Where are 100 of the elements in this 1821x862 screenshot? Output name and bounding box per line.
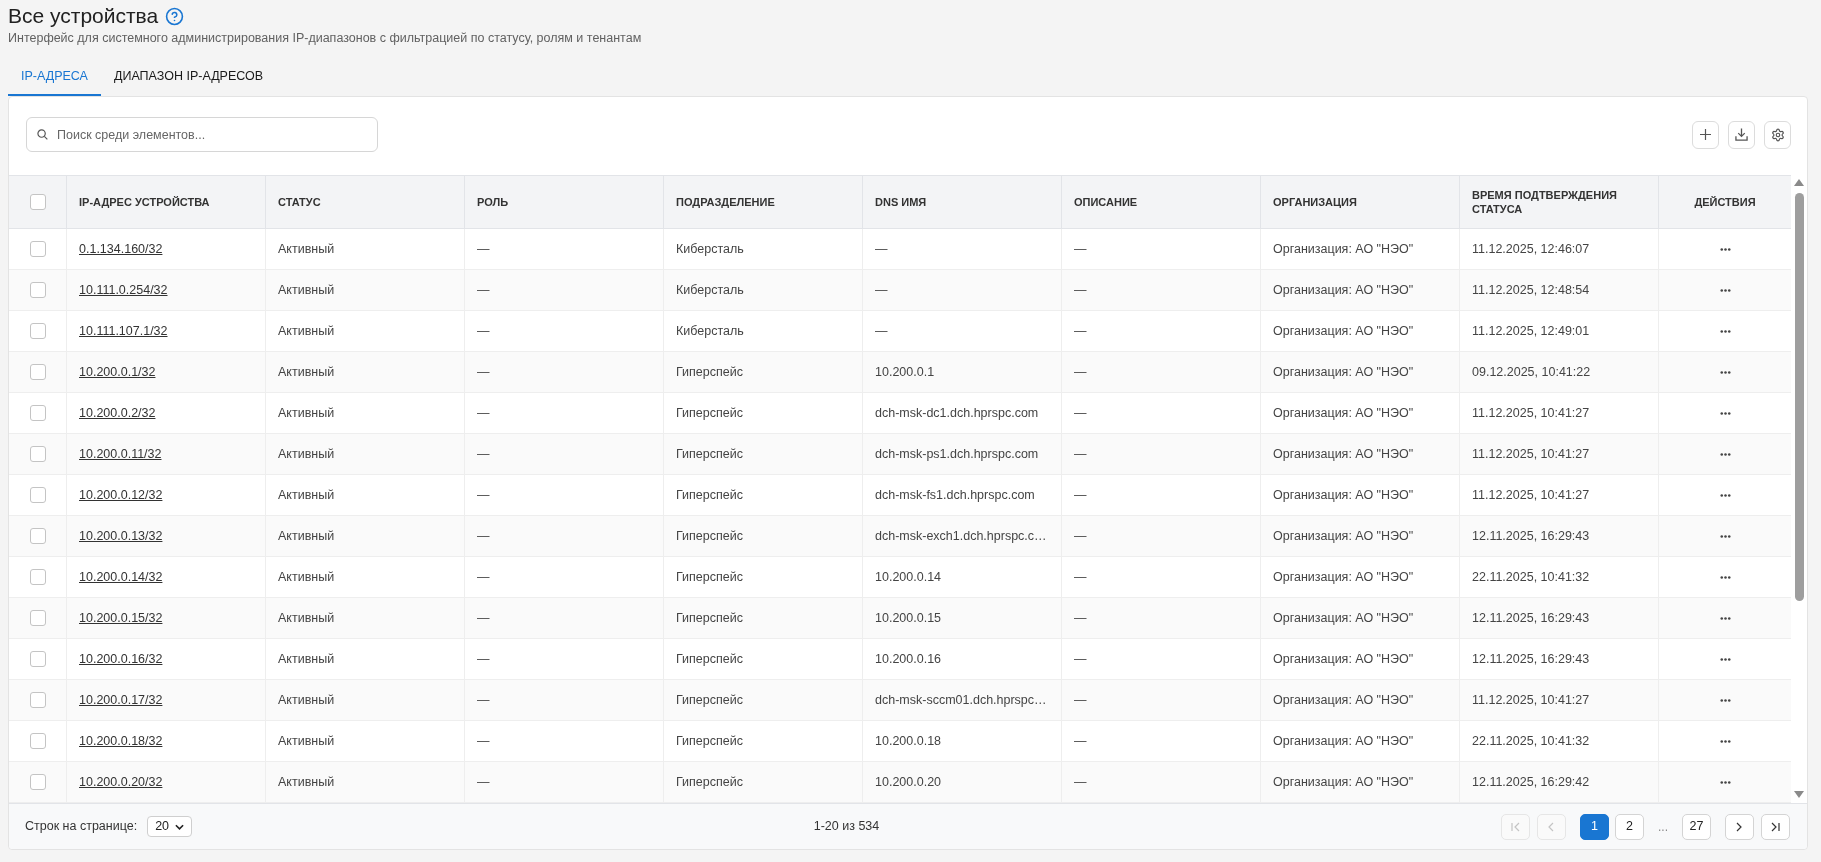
row-checkbox[interactable]: [29, 610, 46, 626]
add-button[interactable]: [1692, 120, 1719, 149]
table-cell: Активный: [266, 639, 465, 679]
next-page-button[interactable]: [1725, 813, 1754, 840]
table-cell: Активный: [266, 434, 465, 474]
table-cell: Гиперспейс: [664, 516, 863, 556]
more-icon[interactable]: [1719, 370, 1731, 374]
more-icon[interactable]: [1719, 534, 1731, 538]
table-cell: —: [1062, 598, 1261, 638]
ip-link[interactable]: 10.111.0.254/32: [79, 280, 168, 300]
row-checkbox[interactable]: [29, 364, 46, 380]
table-cell: —: [465, 393, 664, 433]
more-icon[interactable]: [1719, 411, 1731, 415]
row-checkbox[interactable]: [29, 323, 46, 339]
table-cell: 11.12.2025, 10:41:27: [1460, 475, 1659, 515]
row-checkbox[interactable]: [29, 487, 46, 503]
table-cell: Гиперспейс: [664, 762, 863, 802]
more-icon[interactable]: [1719, 288, 1731, 292]
table-cell: —: [1062, 721, 1261, 761]
settings-icon: [1770, 127, 1785, 142]
table-cell: —: [465, 762, 664, 802]
more-icon[interactable]: [1719, 739, 1731, 743]
column-header: ВРЕМЯ ПОДТВЕРЖДЕНИЯ СТАТУСА: [1460, 176, 1659, 228]
table-cell: —: [1062, 516, 1261, 556]
table-cell: —: [1062, 352, 1261, 392]
table-cell: Организация: АО "НЭО": [1261, 229, 1460, 269]
table-cell: —: [1062, 229, 1261, 269]
table-cell: dch-msk-dc1.dch.hprspc.com: [863, 393, 1062, 433]
table-cell: 11.12.2025, 12:49:01: [1460, 311, 1659, 351]
more-icon[interactable]: [1719, 575, 1731, 579]
table-cell: —: [1062, 680, 1261, 720]
row-checkbox[interactable]: [29, 774, 46, 790]
more-icon[interactable]: [1719, 780, 1731, 784]
table-cell: Организация: АО "НЭО": [1261, 311, 1460, 351]
row-checkbox[interactable]: [29, 405, 46, 421]
table-cell: Организация: АО "НЭО": [1261, 434, 1460, 474]
table-cell: Организация: АО "НЭО": [1261, 393, 1460, 433]
ip-link[interactable]: 10.200.0.2/32: [79, 403, 156, 423]
chevron-left-icon: [1548, 821, 1555, 832]
rows-per-page-select[interactable]: 20: [147, 816, 193, 837]
row-checkbox[interactable]: [29, 528, 46, 544]
column-header: СТАТУС: [266, 176, 465, 228]
chevron-bar-right-icon: [1771, 821, 1780, 832]
row-checkbox[interactable]: [29, 282, 46, 298]
ip-link[interactable]: 10.200.0.12/32: [79, 485, 163, 505]
row-checkbox[interactable]: [29, 692, 46, 708]
more-icon[interactable]: [1719, 698, 1731, 702]
table-cell: Гиперспейс: [664, 680, 863, 720]
ip-link[interactable]: 10.200.0.1/32: [79, 362, 156, 382]
more-icon[interactable]: [1719, 247, 1731, 251]
table-cell: Организация: АО "НЭО": [1261, 598, 1460, 638]
table-cell: Активный: [266, 311, 465, 351]
table-cell: Гиперспейс: [664, 557, 863, 597]
chevron-right-icon: [1736, 821, 1743, 832]
row-checkbox[interactable]: [29, 569, 46, 585]
ip-link[interactable]: 10.200.0.17/32: [79, 690, 163, 710]
more-icon[interactable]: [1719, 329, 1731, 333]
help-icon[interactable]: [165, 6, 185, 26]
table-cell: Активный: [266, 475, 465, 515]
table-cell: Организация: АО "НЭО": [1261, 762, 1460, 802]
last-page-button[interactable]: [1761, 813, 1790, 840]
more-icon[interactable]: [1719, 657, 1731, 661]
scroll-down-icon[interactable]: [1794, 791, 1804, 798]
column-header: ПОДРАЗДЕЛЕНИЕ: [664, 176, 863, 228]
search-field[interactable]: Поиск среди элементов...: [26, 117, 378, 152]
settings-button[interactable]: [1764, 120, 1791, 149]
ip-link[interactable]: 10.200.0.11/32: [79, 444, 162, 464]
table-cell: —: [863, 229, 1062, 269]
column-header: РОЛЬ: [465, 176, 664, 228]
table-cell: 12.11.2025, 16:29:43: [1460, 598, 1659, 638]
select-all-checkbox[interactable]: [29, 194, 46, 210]
page-title: Все устройства: [8, 3, 159, 29]
row-checkbox[interactable]: [29, 241, 46, 257]
ip-link[interactable]: 10.111.107.1/32: [79, 321, 168, 341]
more-icon[interactable]: [1719, 616, 1731, 620]
tab[interactable]: ДИАПАЗОН IP-АДРЕСОВ: [100, 58, 277, 96]
row-checkbox[interactable]: [29, 733, 46, 749]
scrollbar-thumb[interactable]: [1794, 193, 1804, 601]
ip-link[interactable]: 10.200.0.14/32: [79, 567, 163, 587]
page-subtitle: Интерфейс для системного администрирования IP-диапазонов с фильтрацией по статусу, ролям и тенантам: [8, 30, 643, 46]
table-cell: Активный: [266, 229, 465, 269]
table-cell: —: [465, 229, 664, 269]
scroll-up-icon[interactable]: [1794, 179, 1804, 186]
row-checkbox[interactable]: [29, 446, 46, 462]
page-button[interactable]: 2: [1614, 813, 1644, 840]
ip-link[interactable]: 10.200.0.16/32: [79, 649, 163, 669]
page-button[interactable]: 1: [1579, 813, 1609, 840]
chevron-down-icon: [175, 823, 185, 830]
page-button[interactable]: 27: [1682, 813, 1711, 840]
ip-link[interactable]: 10.200.0.20/32: [79, 772, 163, 792]
more-icon[interactable]: [1719, 493, 1731, 497]
ip-link[interactable]: 10.200.0.13/32: [79, 526, 163, 546]
table-cell: —: [863, 270, 1062, 310]
ip-link[interactable]: 10.200.0.15/32: [79, 608, 163, 628]
download-button[interactable]: [1728, 120, 1755, 149]
more-icon[interactable]: [1719, 452, 1731, 456]
ip-link[interactable]: 10.200.0.18/32: [79, 731, 163, 751]
row-checkbox[interactable]: [29, 651, 46, 667]
table-cell: Организация: АО "НЭО": [1261, 680, 1460, 720]
ip-link[interactable]: 0.1.134.160/32: [79, 239, 163, 259]
